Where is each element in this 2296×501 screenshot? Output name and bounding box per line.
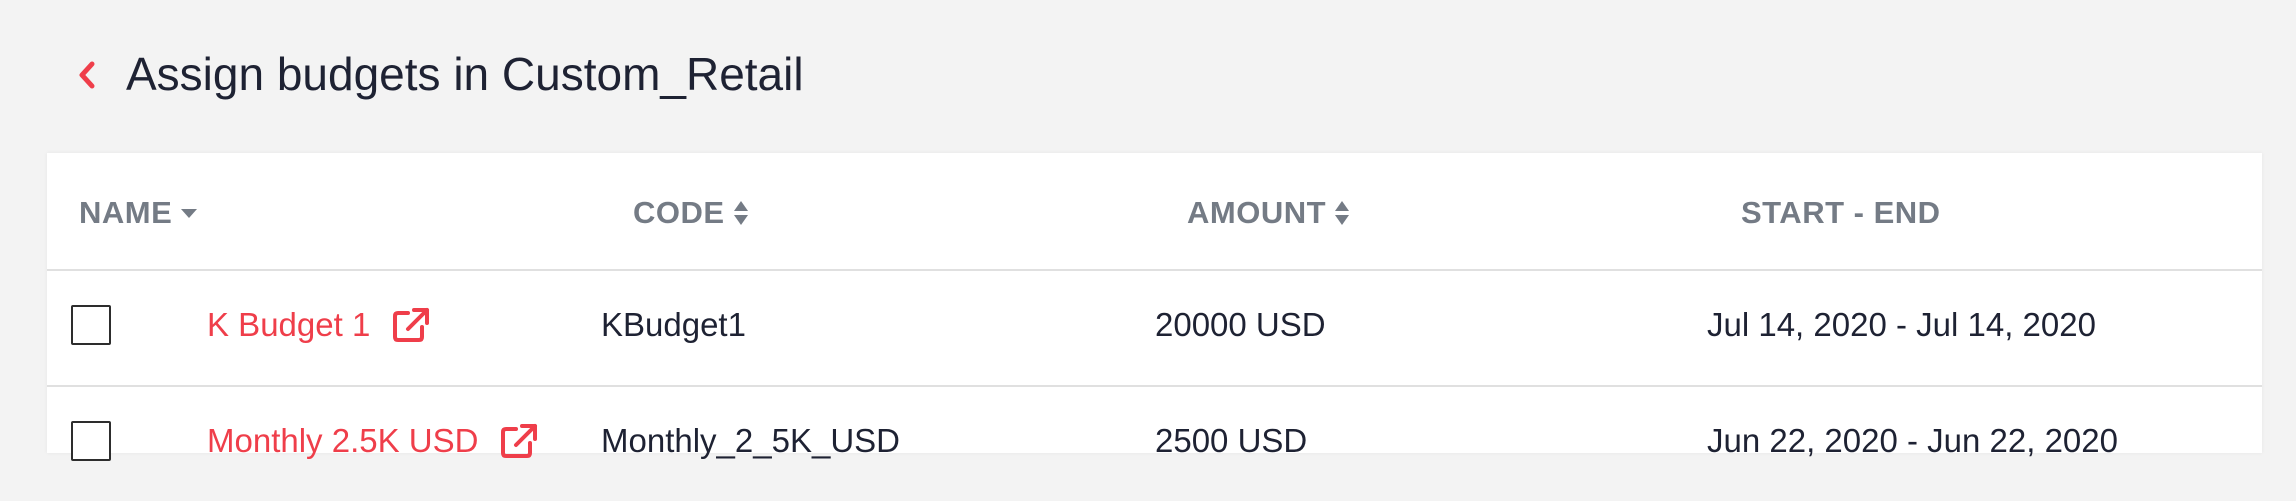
- column-header-amount[interactable]: AMOUNT: [1187, 193, 1350, 233]
- sort-icon: [1334, 198, 1350, 228]
- sort-descending-icon: [180, 207, 198, 219]
- column-header-code[interactable]: CODE: [633, 193, 749, 233]
- row-checkbox[interactable]: [71, 421, 111, 461]
- table-row: K Budget 1 KBudget1 20000 USD Jul 14, 20…: [47, 271, 2262, 387]
- budget-dates: Jun 22, 2020 - Jun 22, 2020: [1707, 422, 2118, 459]
- budget-code: Monthly_2_5K_USD: [601, 422, 900, 459]
- budget-name: Monthly 2.5K USD: [207, 422, 479, 459]
- column-header-label: NAME: [79, 195, 173, 230]
- column-header-label: CODE: [633, 195, 725, 230]
- column-header-name[interactable]: NAME: [79, 193, 198, 233]
- page-title: Assign budgets in Custom_Retail: [126, 48, 804, 100]
- budget-amount: 20000 USD: [1155, 306, 1326, 343]
- column-header-label: AMOUNT: [1187, 195, 1327, 230]
- column-header-label: START - END: [1741, 195, 1941, 230]
- row-checkbox[interactable]: [71, 305, 111, 345]
- external-link-icon[interactable]: [500, 423, 538, 459]
- budget-amount: 2500 USD: [1155, 422, 1308, 459]
- budget-code: KBudget1: [601, 306, 746, 343]
- budget-name: K Budget 1: [207, 306, 371, 343]
- column-header-dates: START - END: [1741, 193, 1941, 233]
- budget-dates: Jul 14, 2020 - Jul 14, 2020: [1707, 306, 2096, 343]
- budgets-table: NAME CODE AMOUNT START - END K Budget 1: [47, 153, 2262, 461]
- page-header: Assign budgets in Custom_Retail: [0, 0, 2296, 150]
- back-button[interactable]: [72, 55, 102, 95]
- table-header: NAME CODE AMOUNT START - END: [47, 153, 2262, 271]
- budget-name-link[interactable]: Monthly 2.5K USD: [207, 419, 538, 463]
- chevron-left-icon: [79, 61, 95, 89]
- external-link-icon[interactable]: [392, 307, 430, 343]
- table-row: Monthly 2.5K USD Monthly_2_5K_USD 2500 U…: [47, 387, 2262, 501]
- sort-icon: [733, 198, 749, 228]
- budget-name-link[interactable]: K Budget 1: [207, 303, 430, 347]
